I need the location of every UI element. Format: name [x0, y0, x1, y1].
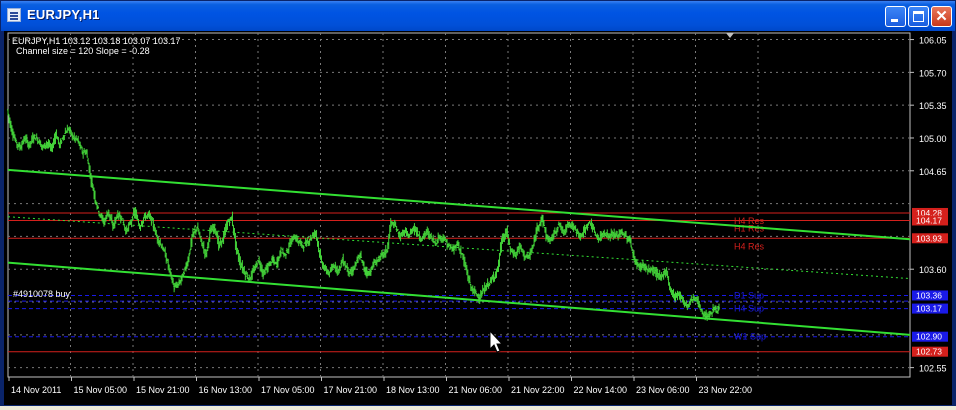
x-tick-label: 14 Nov 2011	[11, 385, 61, 395]
x-tick-label: 15 Nov 05:00	[74, 385, 128, 395]
x-tick-label: 23 Nov 22:00	[699, 385, 753, 395]
level-label: H4 Sup	[734, 304, 764, 314]
x-tick-label: 21 Nov 06:00	[449, 385, 503, 395]
x-tick-label: 16 Nov 13:00	[199, 385, 253, 395]
x-tick-label: 17 Nov 05:00	[261, 385, 315, 395]
trade-label: #4910078 buy	[13, 289, 71, 299]
maximize-button[interactable]	[908, 6, 929, 27]
level-label: W1 Sup	[734, 332, 766, 342]
maximize-icon	[913, 11, 924, 22]
x-tick-label: 17 Nov 21:00	[324, 385, 378, 395]
price-tag-label: 102.73	[916, 347, 942, 357]
x-tick-label: 15 Nov 21:00	[136, 385, 190, 395]
chart-window: EURJPY,H1 ✕ H4 Res H1 Res H4 Res D1 Sup H4 S…	[0, 0, 956, 406]
level-label: H4 Res	[734, 241, 765, 251]
title-bar[interactable]: EURJPY,H1 ✕	[1, 1, 955, 31]
close-button[interactable]: ✕	[931, 6, 952, 27]
price-tag-label: 103.17	[916, 304, 942, 314]
minimize-button[interactable]	[885, 6, 906, 27]
close-icon: ✕	[935, 8, 948, 25]
price-tag-label: 103.36	[916, 290, 942, 300]
channel-upper-line[interactable]	[7, 168, 911, 241]
x-tick-label: 23 Nov 06:00	[636, 385, 690, 395]
channel-lower-line[interactable]	[7, 261, 911, 336]
x-tick-label: 18 Nov 13:00	[386, 385, 440, 395]
chart-shift-marker[interactable]	[726, 33, 734, 38]
price-tag-label: 103.93	[916, 233, 942, 243]
y-tick-label: 102.55	[919, 364, 947, 374]
price-tag-label: 102.90	[916, 332, 942, 342]
level-label: D1 Sup	[734, 290, 764, 300]
minimize-icon	[891, 19, 898, 22]
candlestick-chart[interactable]: H4 ResH1 ResH4 ResD1 SupH4 SupW1 Sup 104…	[4, 31, 952, 405]
x-tick-label: 22 Nov 14:00	[574, 385, 628, 395]
price-tag-label: 104.17	[916, 215, 942, 225]
chart-window-icon[interactable]	[7, 8, 21, 22]
y-tick-label: 103.60	[919, 265, 947, 275]
mouse-cursor-icon	[489, 329, 504, 353]
y-tick-label: 105.70	[919, 68, 947, 78]
y-tick-label: 105.35	[919, 101, 947, 111]
chart-area[interactable]: H4 Res H1 Res H4 Res D1 Sup H4 Sup W1 Sup 104…	[4, 31, 952, 405]
y-tick-label: 106.05	[919, 36, 947, 46]
window-title: EURJPY,H1	[27, 7, 100, 22]
x-tick-label: 21 Nov 22:00	[511, 385, 565, 395]
y-tick-label: 105.00	[919, 134, 947, 144]
chart-ohlc-info: EURJPY,H1 103.12 103.18 103.07 103.17	[12, 36, 180, 46]
y-tick-label: 104.65	[919, 167, 947, 177]
channel-info: Channel size = 120 Slope = -0.28	[16, 46, 150, 56]
